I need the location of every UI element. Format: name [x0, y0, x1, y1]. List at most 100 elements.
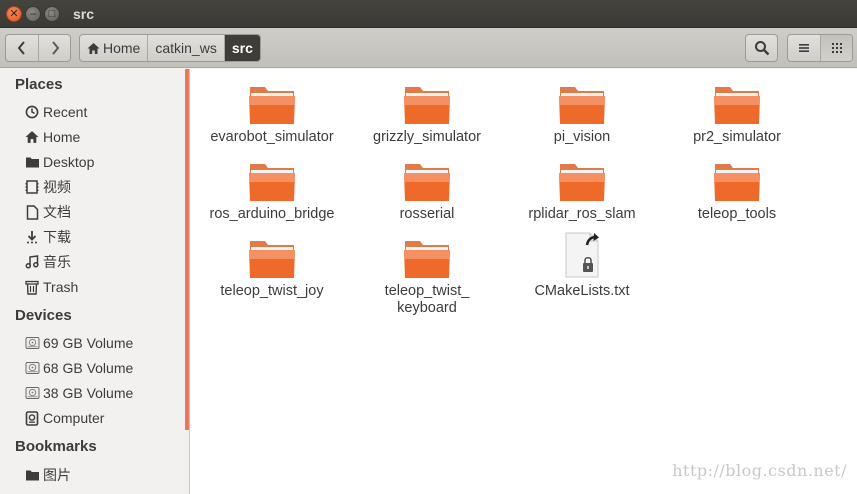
drive-icon — [24, 335, 40, 351]
sidebar-item-volume-38gb[interactable]: 38 GB Volume — [24, 382, 133, 404]
file-name-line: keyboard — [397, 300, 457, 316]
folder-item[interactable]: rosserial — [352, 160, 502, 223]
file-name: evarobot_simulator — [210, 129, 334, 145]
search-button[interactable] — [745, 34, 778, 62]
sidebar-item-music[interactable]: 音乐 — [24, 251, 71, 273]
sidebar-item-desktop[interactable]: Desktop — [24, 151, 94, 173]
forward-button[interactable] — [38, 35, 70, 61]
folder-item[interactable]: pr2_simulator — [662, 83, 812, 146]
chevron-left-icon — [17, 41, 25, 55]
breadcrumb-home-label: Home — [103, 40, 141, 56]
breadcrumb-catkin-ws[interactable]: catkin_ws — [147, 35, 223, 61]
folder-icon — [24, 467, 40, 483]
sidebar-item-label: Desktop — [43, 154, 95, 170]
file-name: teleop_twist_ keyboard — [352, 283, 502, 317]
sidebar-item-label: 图片 — [43, 467, 71, 483]
window-title: src — [73, 6, 95, 22]
file-item[interactable]: CMakeLists.txt — [507, 231, 657, 300]
file-view: evarobot_simulator grizzly_simulator pi_… — [190, 69, 857, 494]
file-name: rplidar_ros_slam — [528, 206, 636, 222]
download-icon — [24, 229, 40, 245]
folder-icon — [24, 154, 40, 170]
maximize-icon[interactable]: □ — [44, 6, 60, 22]
folder-item[interactable]: pi_vision — [507, 83, 657, 146]
file-name: CMakeLists.txt — [534, 283, 630, 299]
sidebar: Places Recent Home Desktop 视频 文档 下载 音乐 T… — [0, 69, 185, 494]
folder-item[interactable]: grizzly_simulator — [352, 83, 502, 146]
sidebar-item-label: Computer — [43, 410, 105, 426]
toolbar: Home catkin_ws src — [0, 28, 857, 68]
clock-icon — [24, 104, 40, 120]
grid-view-icon — [831, 43, 842, 53]
folder-icon — [249, 87, 295, 124]
sidebar-item-pictures[interactable]: 图片 — [24, 464, 71, 486]
folder-icon — [249, 241, 295, 278]
folder-icon — [559, 164, 605, 201]
sidebar-item-label: Recent — [43, 104, 88, 120]
title-bar: ✕ – □ src — [0, 0, 857, 28]
watermark: http://blog.csdn.net/ — [672, 461, 847, 480]
sidebar-item-computer[interactable]: Computer — [24, 407, 104, 429]
folder-item[interactable]: ros_arduino_bridge — [197, 160, 347, 223]
sidebar-item-trash[interactable]: Trash — [24, 276, 78, 298]
close-icon[interactable]: ✕ — [6, 6, 22, 22]
chevron-right-icon — [51, 41, 59, 55]
breadcrumb-home[interactable]: Home — [80, 35, 147, 61]
minimize-icon[interactable]: – — [25, 6, 41, 22]
folder-item[interactable]: rplidar_ros_slam — [507, 160, 657, 223]
sidebar-item-label: 文档 — [43, 204, 71, 220]
sidebar-item-volume-68gb[interactable]: 68 GB Volume — [24, 357, 133, 379]
folder-icon — [714, 164, 760, 201]
file-name-line: teleop_twist_ — [384, 283, 470, 299]
sidebar-item-label: 视频 — [43, 179, 71, 195]
sidebar-item-videos[interactable]: 视频 — [24, 176, 71, 198]
file-name: rosserial — [399, 206, 455, 222]
places-header: Places — [15, 76, 63, 93]
file-name: ros_arduino_bridge — [209, 206, 335, 222]
film-icon — [24, 179, 40, 195]
computer-icon — [24, 410, 40, 426]
folder-icon — [404, 164, 450, 201]
devices-header: Devices — [15, 307, 72, 324]
sidebar-item-volume-69gb[interactable]: 69 GB Volume — [24, 332, 133, 354]
sidebar-item-label: 音乐 — [43, 254, 71, 270]
grid-view-button[interactable] — [820, 35, 852, 61]
folder-item[interactable]: teleop_twist_ keyboard — [352, 237, 502, 317]
folder-item[interactable]: teleop_tools — [662, 160, 812, 223]
breadcrumb: Home catkin_ws src — [79, 34, 261, 62]
sidebar-item-documents[interactable]: 文档 — [24, 201, 71, 223]
document-icon — [24, 204, 40, 220]
file-name: grizzly_simulator — [373, 129, 481, 145]
folder-icon — [249, 164, 295, 201]
home-icon — [24, 129, 40, 145]
drive-icon — [24, 360, 40, 376]
music-icon — [24, 254, 40, 270]
sidebar-item-label: 下载 — [43, 229, 71, 245]
folder-icon — [404, 87, 450, 124]
list-view-icon — [799, 44, 809, 52]
back-button[interactable] — [6, 35, 38, 61]
sidebar-item-label: 68 GB Volume — [43, 360, 134, 376]
folder-icon — [559, 87, 605, 124]
search-icon — [754, 41, 769, 56]
nav-buttons — [5, 34, 71, 62]
sidebar-item-recent[interactable]: Recent — [24, 101, 87, 123]
sidebar-item-downloads[interactable]: 下载 — [24, 226, 71, 248]
sidebar-item-label: 69 GB Volume — [43, 335, 134, 351]
folder-item[interactable]: evarobot_simulator — [197, 83, 347, 146]
sidebar-item-label: Home — [43, 129, 81, 145]
view-switcher — [787, 34, 853, 62]
list-view-button[interactable] — [788, 35, 820, 61]
breadcrumb-src[interactable]: src — [223, 35, 260, 61]
file-name: teleop_tools — [697, 206, 777, 222]
bookmarks-header: Bookmarks — [15, 438, 97, 455]
drive-icon — [24, 385, 40, 401]
file-name: teleop_twist_joy — [220, 283, 324, 299]
folder-icon — [714, 87, 760, 124]
file-name: pr2_simulator — [693, 129, 781, 145]
trash-icon — [24, 279, 40, 295]
sidebar-item-label: Trash — [43, 279, 79, 295]
sidebar-item-label: 38 GB Volume — [43, 385, 134, 401]
folder-item[interactable]: teleop_twist_joy — [197, 237, 347, 300]
sidebar-item-home[interactable]: Home — [24, 126, 80, 148]
